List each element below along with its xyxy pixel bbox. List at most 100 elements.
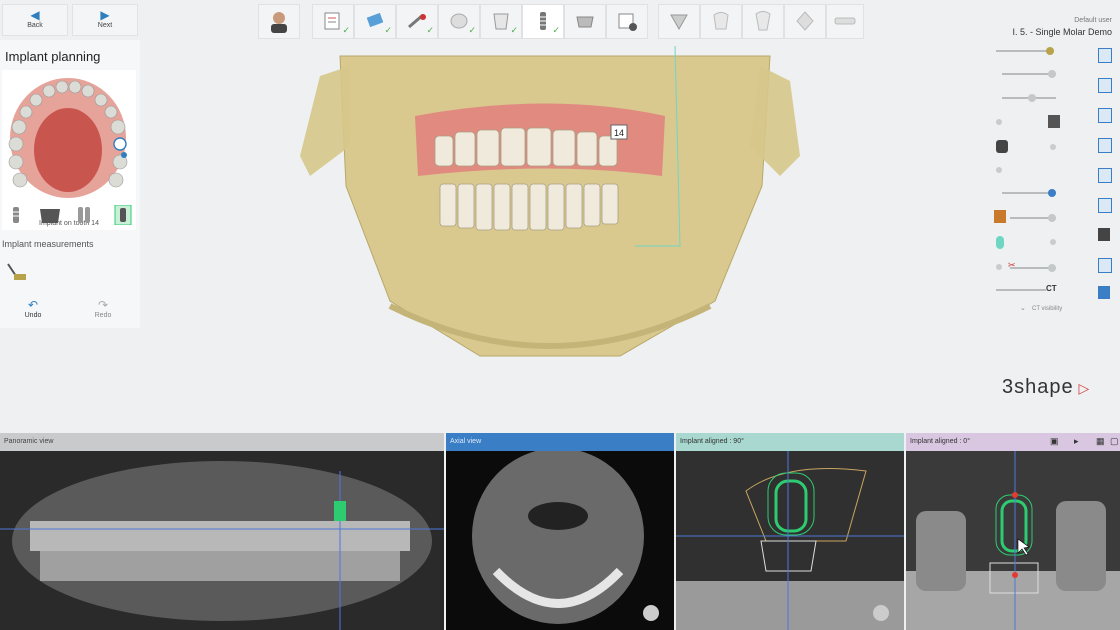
measurements-label: Implant measurements (2, 239, 94, 249)
export-icon (834, 17, 856, 25)
skull-model (300, 45, 800, 357)
undo-icon: ↶ (27, 298, 39, 312)
axial-view[interactable] (446, 451, 674, 630)
abutment-tool-icon[interactable] (38, 205, 62, 225)
arrow-left-icon: ◀ (30, 8, 40, 22)
scan-step-button[interactable]: ✓ (354, 4, 396, 39)
redo-label: Redo (94, 312, 112, 319)
align-step-button[interactable]: ✓ (480, 4, 522, 39)
slider-track[interactable] (1010, 264, 1056, 272)
slider-track[interactable] (1002, 94, 1056, 102)
maximize-icon[interactable]: ▢ (1110, 436, 1119, 447)
pane-header-axial: Axial view (446, 433, 674, 451)
3d-skull-viewport[interactable]: 14 (150, 36, 950, 436)
toggle-dot[interactable] (996, 167, 1002, 173)
workflow-toolbar: ✓ ✓ ✓ ✓ ✓ ✓ (258, 4, 864, 39)
orientation-head-icon (643, 605, 659, 621)
next-label: Next (97, 22, 113, 29)
abutment-visibility-icon[interactable] (1048, 115, 1060, 128)
case-name: I. 5. - Single Molar Demo (1012, 27, 1112, 37)
toggle-dot[interactable] (996, 264, 1002, 270)
brand-triangle-icon: ▷ (1073, 380, 1091, 396)
redo-button[interactable]: ↷ Redo (70, 298, 136, 328)
abutment-step-button[interactable] (564, 4, 606, 39)
back-button[interactable]: ◀ Back (2, 4, 68, 36)
drill-step-button[interactable] (658, 4, 700, 39)
ct-slider-track[interactable] (996, 289, 1046, 291)
copy-icon[interactable] (1098, 108, 1112, 123)
undo-button[interactable]: ↶ Undo (0, 298, 66, 328)
panoramic-xray (0, 451, 444, 630)
grid-layout-icon[interactable]: ▦ (1096, 436, 1105, 447)
brand-name: 3shape (1002, 376, 1074, 398)
book-icon[interactable] (1098, 286, 1110, 299)
implant-highlight-icon[interactable] (114, 205, 132, 225)
user-role: Default user (1074, 17, 1112, 24)
chevron-down-icon[interactable]: ⌄ (1020, 304, 1026, 312)
toggle-dot[interactable] (1050, 144, 1056, 150)
tooth-model-icon (755, 11, 771, 31)
implant-aligned-0-view[interactable] (906, 451, 1120, 630)
crown-visibility-icon[interactable] (996, 140, 1008, 153)
next-button[interactable]: ▶ Next (72, 4, 138, 36)
orientation-head-icon (873, 605, 889, 621)
ct-visibility-label: CT visibility (1032, 306, 1063, 312)
slider-track[interactable] (996, 47, 1054, 55)
copy-icon[interactable] (1098, 48, 1112, 63)
implant-step-button[interactable]: ✓ (522, 4, 564, 39)
guide-icon (618, 13, 637, 31)
check-icon: ✓ (384, 25, 392, 35)
check-icon: ✓ (510, 25, 518, 35)
copy-icon[interactable] (1098, 198, 1112, 213)
drill-icon (670, 14, 688, 31)
cross-section-90 (676, 451, 904, 630)
prescription-step-button[interactable]: ✓ (312, 4, 354, 39)
upper-jaw-image (8, 78, 128, 198)
model-step-button[interactable] (742, 4, 784, 39)
axial-ct-slice (446, 451, 674, 630)
check-icon: ✓ (468, 25, 476, 35)
export-step-button[interactable] (826, 4, 864, 39)
undo-label: Undo (24, 312, 42, 319)
toggle-dot[interactable] (1050, 239, 1056, 245)
pane-toolbar: ▣ ▸ ▦ ▢ (1048, 436, 1119, 450)
copy-icon[interactable] (1098, 168, 1112, 183)
implant-aligned-90-view[interactable] (676, 451, 904, 630)
measurement-tool-icon[interactable] (6, 260, 28, 284)
check-icon: ✓ (552, 25, 560, 35)
patient-step-button[interactable] (258, 4, 300, 39)
implant-visibility-icon[interactable] (994, 210, 1006, 223)
multi-implant-icon[interactable] (76, 205, 92, 225)
crown-design-step-button[interactable] (700, 4, 742, 39)
right-icon-column (1096, 44, 1114, 304)
check-icon: ✓ (426, 25, 434, 35)
slider-track[interactable] (1002, 70, 1056, 78)
nerve-icon: ✂ (1008, 260, 1016, 270)
toggle-dot[interactable] (996, 119, 1002, 125)
play-icon[interactable]: ▸ (1074, 436, 1079, 447)
guide-step-button[interactable] (606, 4, 648, 39)
left-panel: Implant planning Implant on tooth 14 Imp… (0, 40, 140, 328)
pane-header-aligned-90: Implant aligned : 90° (676, 433, 904, 451)
slider-track[interactable] (1010, 214, 1056, 222)
redo-icon: ↷ (97, 298, 109, 312)
mesh-step-button[interactable] (784, 4, 826, 39)
back-label: Back (27, 22, 43, 29)
landscape-icon[interactable] (1098, 258, 1112, 273)
panoramic-view[interactable] (0, 451, 444, 630)
tools-step-button[interactable]: ✓ (396, 4, 438, 39)
arrow-right-icon: ▶ (100, 8, 110, 22)
implant-screw-icon[interactable] (8, 205, 24, 225)
copy-icon[interactable] (1098, 78, 1112, 93)
crown-step-button[interactable]: ✓ (438, 4, 480, 39)
abutment-icon (576, 16, 594, 28)
tooth-icon (713, 12, 729, 30)
copy-icon[interactable] (1098, 138, 1112, 153)
camera-icon[interactable] (1098, 228, 1110, 241)
guide-visibility-icon[interactable] (996, 236, 1004, 249)
tooth-marker: 14 (614, 128, 624, 138)
screenshot-icon[interactable]: ▣ (1050, 436, 1059, 447)
panel-title: Implant planning (5, 49, 101, 64)
slider-track[interactable] (1002, 189, 1056, 197)
cross-section-0 (906, 451, 1120, 630)
